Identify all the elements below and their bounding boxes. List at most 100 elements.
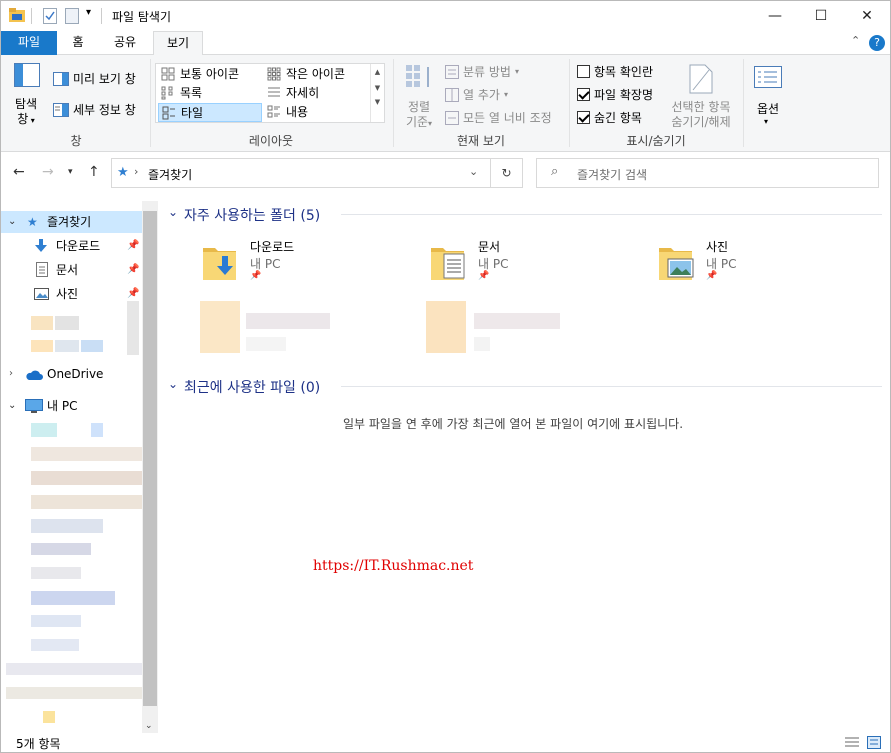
recent-files-header[interactable]: 최근에 사용한 파일 (0): [184, 377, 320, 397]
customize-toolbar-icon[interactable]: ▾: [86, 7, 91, 18]
address-history-icon[interactable]: ⌄: [469, 165, 478, 178]
chevron-down-icon[interactable]: ⌄: [8, 395, 16, 417]
divider: [393, 59, 394, 147]
options-button[interactable]: 옵션 ▾: [749, 59, 787, 129]
folder-tile-pictures[interactable]: 사진 내 PC 📌: [658, 238, 858, 286]
navigation-pane-button[interactable]: 탐색 창 ▾: [7, 59, 45, 129]
group-by-label: 분류 방법: [463, 65, 511, 79]
sidebar-item-onedrive[interactable]: › OneDrive: [1, 363, 142, 385]
hidden-items-toggle[interactable]: 숨긴 항목: [577, 109, 642, 126]
tab-file[interactable]: 파일: [1, 31, 57, 55]
blurred-item: [31, 423, 57, 437]
add-columns-button[interactable]: 열 추가 ▾: [445, 86, 508, 103]
scroll-down-icon[interactable]: ▼: [371, 84, 384, 92]
sidebar-item-downloads[interactable]: 다운로드 📌: [1, 235, 142, 257]
sidebar-item-documents[interactable]: 문서 📌: [1, 259, 142, 281]
gallery-more-icon[interactable]: ▼: [371, 98, 384, 106]
sidebar-item-label: 사진: [56, 287, 79, 301]
frequent-folders-header[interactable]: 자주 사용하는 폴더 (5): [184, 205, 320, 225]
hidden-items-checkbox[interactable]: [577, 111, 590, 124]
hide-selected-label-2: 숨기기/해제: [671, 115, 731, 129]
preview-pane-icon: [53, 71, 69, 86]
blurred-item: [31, 615, 81, 627]
back-icon[interactable]: ←: [13, 164, 25, 180]
pin-icon: 📌: [127, 264, 140, 275]
tab-share[interactable]: 공유: [105, 31, 145, 55]
folder-tile-documents[interactable]: 문서 내 PC 📌: [430, 238, 630, 286]
blurred-folder: [246, 337, 286, 351]
options-icon: [754, 66, 782, 88]
blurred-folder: [474, 313, 560, 329]
chevron-down-icon[interactable]: ⌄: [168, 205, 178, 219]
file-extensions-toggle[interactable]: 파일 확장명: [577, 86, 653, 103]
breadcrumb-chevron-icon[interactable]: ›: [134, 165, 138, 178]
sidebar-item-pictures[interactable]: 사진 📌: [1, 283, 142, 305]
hide-selected-button[interactable]: 선택한 항목 숨기기/해제: [665, 59, 737, 129]
navigation-pane-scrollbar[interactable]: ⌄: [142, 201, 158, 733]
layout-list[interactable]: 목록: [158, 84, 266, 103]
sort-by-label: 정렬: [407, 100, 431, 114]
folder-app-icon[interactable]: [9, 8, 25, 22]
search-input[interactable]: ⌕ 즐겨찾기 검색: [536, 158, 879, 188]
recent-locations-icon[interactable]: ▾: [68, 167, 73, 177]
minimize-button[interactable]: —: [752, 1, 798, 31]
blurred-item: [127, 301, 139, 355]
folder-location: 내 PC: [706, 257, 737, 271]
help-icon[interactable]: ?: [869, 35, 885, 51]
blurred-item: [31, 495, 143, 509]
layout-large-icons[interactable]: 보통 아이콘: [158, 65, 266, 84]
close-button[interactable]: ✕: [844, 1, 890, 31]
dropdown-icon: ▾: [514, 67, 519, 76]
layout-details[interactable]: 자세히: [264, 84, 372, 103]
add-columns-icon: [445, 87, 459, 102]
scroll-up-icon[interactable]: ▲: [371, 68, 384, 76]
size-all-columns-button[interactable]: 모든 열 너비 조정: [445, 109, 552, 126]
group-by-button[interactable]: 분류 방법 ▾: [445, 63, 519, 80]
sort-by-button[interactable]: 정렬 기준▾: [399, 59, 439, 129]
up-icon[interactable]: ↑: [88, 164, 100, 180]
new-folder-icon[interactable]: [65, 8, 79, 24]
show-hide-group-label: 표시/숨기기: [626, 134, 686, 148]
folder-tile-downloads[interactable]: 다운로드 내 PC 📌: [202, 238, 402, 286]
refresh-button[interactable]: ↻: [491, 158, 523, 188]
large-icons-view-icon[interactable]: [867, 736, 881, 749]
scroll-down-icon[interactable]: ⌄: [145, 721, 153, 731]
blurred-item: [31, 639, 79, 651]
item-check-boxes-toggle[interactable]: 항목 확인란: [577, 63, 653, 80]
sidebar-item-this-pc[interactable]: ⌄ 내 PC: [1, 395, 142, 417]
gallery-scrollbar[interactable]: ▲ ▼ ▼: [370, 64, 384, 122]
details-view-icon[interactable]: [845, 737, 859, 748]
collapse-ribbon-icon[interactable]: ⌃: [851, 34, 860, 47]
preview-pane-button[interactable]: 미리 보기 창: [53, 70, 136, 87]
layout-group-label: 레이아웃: [248, 134, 294, 148]
maximize-button[interactable]: ☐: [798, 1, 844, 31]
title-bar: ▾ 파일 탐색기 — ☐ ✕: [1, 1, 890, 31]
breadcrumb[interactable]: 즐겨찾기: [148, 166, 192, 183]
file-extensions-checkbox[interactable]: [577, 88, 590, 101]
scrollbar-thumb[interactable]: [143, 211, 157, 706]
chevron-down-icon[interactable]: ⌄: [168, 377, 178, 391]
properties-icon[interactable]: [43, 8, 57, 24]
nav-pane-label-2: 창: [17, 112, 29, 126]
folder-location: 내 PC: [250, 257, 281, 271]
item-check-boxes-checkbox[interactable]: [577, 65, 590, 78]
layout-content[interactable]: 내용: [264, 103, 372, 122]
chevron-right-icon[interactable]: ›: [9, 363, 13, 385]
address-bar[interactable]: ★ › 즐겨찾기 ⌄: [111, 158, 491, 188]
sidebar-item-label: 문서: [56, 263, 79, 277]
details-pane-button[interactable]: 세부 정보 창: [53, 101, 136, 118]
chevron-down-icon[interactable]: ⌄: [8, 211, 16, 233]
sidebar-item-quick-access[interactable]: ⌄ ★ 즐겨찾기: [1, 211, 142, 233]
options-label: 옵션: [756, 102, 780, 116]
layout-small-icons[interactable]: 작은 아이콘: [264, 65, 372, 84]
tab-home[interactable]: 홈: [63, 31, 93, 55]
add-columns-label: 열 추가: [463, 88, 500, 102]
hidden-items-label: 숨긴 항목: [594, 111, 642, 125]
current-view-group-label: 현재 보기: [457, 134, 505, 148]
forward-icon[interactable]: →: [42, 164, 54, 180]
maximize-icon: ☐: [814, 8, 828, 24]
layout-content-label: 내용: [286, 105, 309, 119]
layout-tiles[interactable]: 타일: [158, 103, 262, 122]
quick-access-icon: ★: [27, 215, 38, 229]
tab-view[interactable]: 보기: [153, 31, 203, 56]
